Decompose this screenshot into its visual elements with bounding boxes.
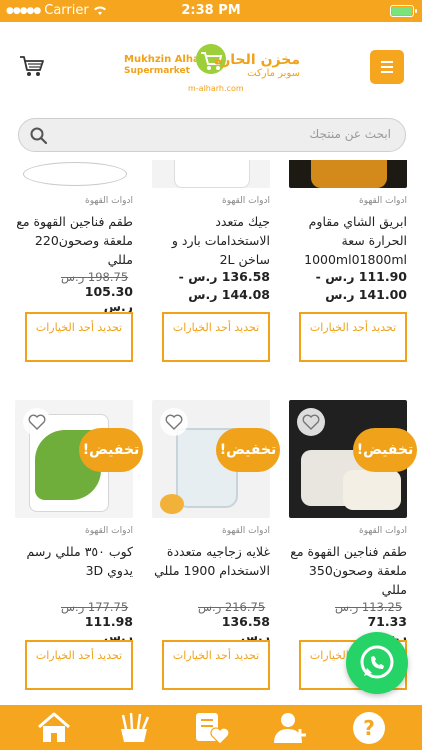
wishlist-icon[interactable] (191, 709, 231, 747)
search-icon[interactable] (29, 126, 49, 146)
product-name[interactable]: كوب ٣٥٠ مللي رسم يدوي 3D (11, 542, 133, 580)
shopping-cart-icon[interactable] (18, 52, 46, 80)
select-options-button[interactable]: تحديد أحد الخيارات (25, 640, 133, 690)
product-category: ادوات القهوة (359, 526, 407, 536)
app-header: Mukhzin Alharh Supermarket مخزن الحارة س… (0, 22, 422, 112)
price-range-from: 111.90 ر.س - (315, 269, 407, 284)
search-input[interactable]: ابحث عن منتجك (18, 118, 406, 152)
product-name[interactable]: غلايه زجاجيه متعددة الاستخدام 1900 مللي (148, 542, 270, 580)
product-old-price: 198.75 ر.س (61, 270, 129, 284)
svg-text:?: ? (363, 716, 375, 740)
product-price-range: 136.58 ر.س - 144.08 ر.س (148, 268, 270, 304)
product-category: ادوات القهوة (85, 526, 133, 536)
logo-arabic-subtitle: سوبر ماركت (247, 68, 300, 79)
logo-english-subtitle: Supermarket (124, 66, 190, 76)
product-grid: ادوات القهوة ابريق الشاي مقاوم الحرارة س… (0, 160, 422, 705)
price-range-from: 136.58 ر.س - (178, 269, 270, 284)
status-bar: ●●●●● Carrier 2:38 PM (0, 0, 422, 22)
logo-arabic-name: مخزن الحارة (213, 52, 300, 68)
product-name[interactable]: ابريق الشاي مقاوم الحرارة سعة 1000ml0180… (285, 212, 407, 269)
search-placeholder: ابحث عن منتجك (309, 127, 391, 141)
product-price: 105.30 ر.س (84, 284, 133, 314)
battery-icon (390, 5, 417, 17)
sale-badge: تخفيض! (353, 428, 417, 472)
account-icon[interactable] (270, 709, 310, 747)
wishlist-heart-icon[interactable] (297, 408, 325, 436)
product-image[interactable] (15, 160, 133, 188)
sale-badge: تخفيض! (79, 428, 143, 472)
price-range-to: 141.00 ر.س (325, 287, 407, 302)
store-logo[interactable]: Mukhzin Alharh Supermarket مخزن الحارة س… (124, 42, 300, 94)
product-price-range: 111.90 ر.س - 141.00 ر.س (285, 268, 407, 304)
hamburger-menu-icon[interactable] (370, 50, 404, 84)
logo-domain: m-alharh.com (188, 84, 244, 93)
product-image[interactable] (152, 160, 270, 188)
select-options-button[interactable]: تحديد أحد الخيارات (299, 312, 407, 362)
wishlist-heart-icon[interactable] (160, 408, 188, 436)
select-options-button[interactable]: تحديد أحد الخيارات (162, 312, 270, 362)
product-old-price: 113.25 ر.س (335, 600, 403, 614)
product-image[interactable] (289, 160, 407, 188)
select-options-button[interactable]: تحديد أحد الخيارات (25, 312, 133, 362)
product-old-price: 177.75 ر.س (61, 600, 129, 614)
product-category: ادوات القهوة (359, 196, 407, 206)
categories-icon[interactable] (114, 709, 154, 747)
whatsapp-icon[interactable] (346, 632, 408, 694)
bottom-navigation: ? (0, 705, 422, 750)
select-options-button[interactable]: تحديد أحد الخيارات (162, 640, 270, 690)
product-old-price: 216.75 ر.س (198, 600, 266, 614)
sale-badge: تخفيض! (216, 428, 280, 472)
status-time: 2:38 PM (181, 3, 241, 18)
product-category: ادوات القهوة (222, 526, 270, 536)
help-icon[interactable]: ? (349, 709, 389, 747)
product-category: ادوات القهوة (222, 196, 270, 206)
price-range-to: 144.08 ر.س (188, 287, 270, 302)
product-category: ادوات القهوة (85, 196, 133, 206)
home-icon[interactable] (34, 709, 74, 747)
product-name[interactable]: طقم فناجين القهوة مع ملعقة وصحون220 مللي (11, 212, 133, 269)
product-name[interactable]: جيك متعدد الاستخدامات بارد و ساخن 2L (148, 212, 270, 269)
product-name[interactable]: طقم فناجين القهوة مع ملعقة وصحون350 مللي (285, 542, 407, 599)
wishlist-heart-icon[interactable] (23, 408, 51, 436)
